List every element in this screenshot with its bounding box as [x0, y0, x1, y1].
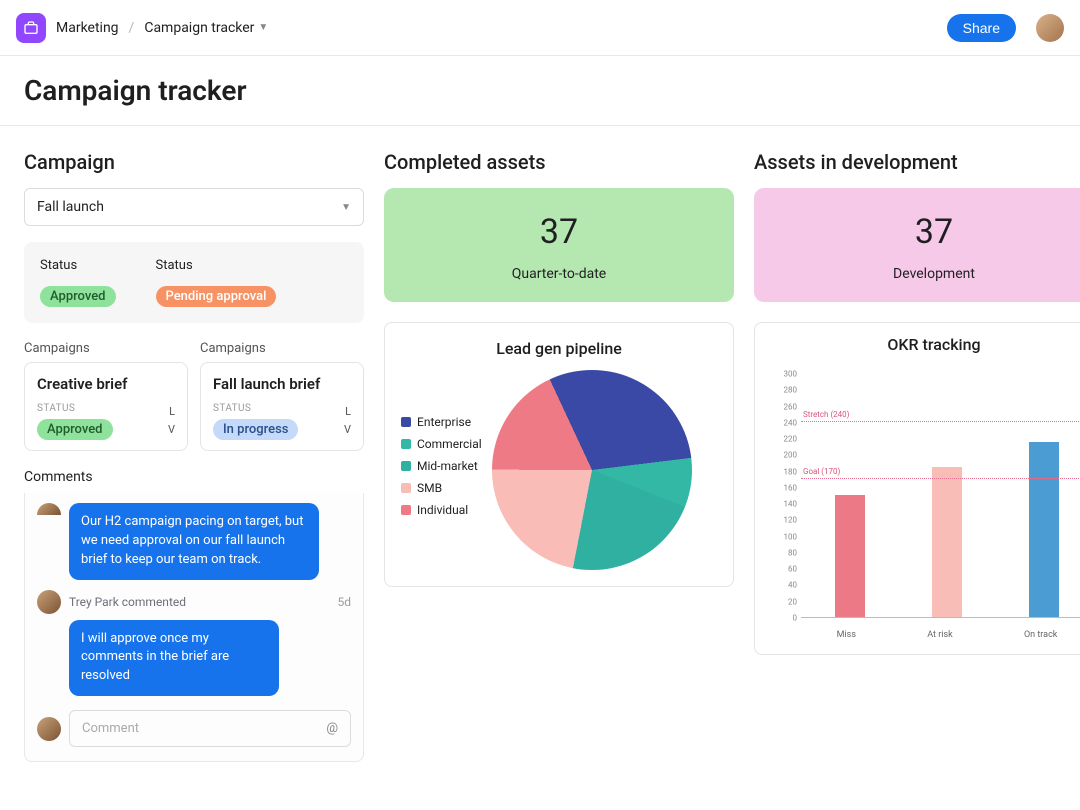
- campaign-column: Campaign Fall launch ▼ Status Approved S…: [24, 150, 364, 762]
- card-title: Fall launch brief: [213, 375, 351, 393]
- legend-label: Enterprise: [417, 415, 471, 429]
- topbar: Marketing / Campaign tracker ▼ Share: [0, 0, 1080, 56]
- card-status-label: STATUS: [37, 403, 113, 414]
- stat-number: 37: [764, 212, 1080, 252]
- legend-label: SMB: [417, 481, 442, 495]
- status-badge-inprogress: In progress: [213, 419, 298, 440]
- card-title: Creative brief: [37, 375, 175, 393]
- mention-icon[interactable]: @: [326, 721, 338, 736]
- legend-label: Mid-market: [417, 459, 478, 473]
- breadcrumb-project-label: Campaign tracker: [144, 20, 254, 36]
- legend-label: Individual: [417, 503, 468, 517]
- campaign-card[interactable]: Fall launch brief STATUS In progress L V: [200, 362, 364, 451]
- stat-label: Development: [764, 266, 1080, 282]
- comment-bubble: I will approve once my comments in the b…: [69, 620, 279, 697]
- legend-item: Mid-market: [401, 459, 482, 473]
- status-label: Status: [156, 258, 277, 273]
- legend-item: SMB: [401, 481, 482, 495]
- assets-dev-title: Assets in development: [754, 150, 1080, 174]
- completed-section-title: Completed assets: [384, 150, 734, 174]
- avatar: [37, 503, 61, 515]
- assets-dev-column: Assets in development 37 Development OKR…: [754, 150, 1080, 762]
- completed-assets-column: Completed assets 37 Quarter-to-date Lead…: [384, 150, 734, 762]
- pie-legend: Enterprise Commercial Mid-market SMB Ind…: [401, 415, 482, 525]
- page-title: Campaign tracker: [24, 74, 1056, 107]
- comments-stream: Our H2 campaign pacing on target, but we…: [24, 493, 364, 762]
- x-label: On track: [1024, 630, 1057, 640]
- legend-item: Enterprise: [401, 415, 482, 429]
- card-letter: L: [168, 403, 175, 421]
- legend-item: Commercial: [401, 437, 482, 451]
- campaign-select-value: Fall launch: [37, 199, 104, 215]
- x-label: At risk: [927, 630, 952, 640]
- status-badge-approved: Approved: [40, 286, 116, 307]
- stat-card-completed: 37 Quarter-to-date: [384, 188, 734, 302]
- comment-bubble: Our H2 campaign pacing on target, but we…: [69, 503, 319, 580]
- comment-input-row: Comment @: [37, 710, 351, 747]
- pie-chart-title: Lead gen pipeline: [401, 339, 717, 358]
- status-badge-approved: Approved: [37, 419, 113, 440]
- chart-grid: Stretch (240)Goal (170): [801, 374, 1080, 618]
- breadcrumb-workspace[interactable]: Marketing: [56, 20, 119, 36]
- stat-label: Quarter-to-date: [394, 266, 724, 282]
- avatar: [37, 717, 61, 741]
- campaigns-label: Campaigns: [200, 341, 364, 356]
- comment-meta: Trey Park commented 5d: [37, 590, 351, 614]
- campaigns-label: Campaigns: [24, 341, 188, 356]
- card-letter: L: [344, 403, 351, 421]
- comments-block: Comments Our H2 campaign pacing on targe…: [24, 469, 364, 762]
- x-label: Miss: [837, 630, 856, 640]
- user-avatar[interactable]: [1036, 14, 1064, 42]
- workspace-icon[interactable]: [16, 13, 46, 43]
- campaign-section-title: Campaign: [24, 150, 364, 174]
- chevron-down-icon: ▼: [341, 202, 351, 213]
- card-letter: V: [168, 421, 175, 439]
- bar-chart-panel: OKR tracking 020406080100120140160180200…: [754, 322, 1080, 655]
- campaign-select[interactable]: Fall launch ▼: [24, 188, 364, 226]
- stat-card-development: 37 Development: [754, 188, 1080, 302]
- status-block-2: Status Pending approval: [156, 258, 277, 307]
- status-badge-pending: Pending approval: [156, 286, 277, 307]
- card-status-label: STATUS: [213, 403, 298, 414]
- content: Campaign Fall launch ▼ Status Approved S…: [0, 126, 1080, 786]
- status-panel: Status Approved Status Pending approval: [24, 242, 364, 323]
- pie-chart: [492, 370, 692, 570]
- comment-author: Trey Park commented: [69, 595, 186, 609]
- card-letters: L V: [168, 403, 175, 438]
- page-header: Campaign tracker: [0, 56, 1080, 126]
- comment-placeholder: Comment: [82, 721, 139, 736]
- breadcrumb-project[interactable]: Campaign tracker ▼: [144, 20, 268, 36]
- comment-input[interactable]: Comment @: [69, 710, 351, 747]
- bar-chart: 0204060801001201401601802002202402602803…: [767, 366, 1080, 646]
- chevron-down-icon: ▼: [258, 22, 268, 33]
- card-letters: L V: [344, 403, 351, 438]
- comment-time: 5d: [337, 595, 351, 609]
- share-button[interactable]: Share: [947, 14, 1016, 42]
- comment-item: I will approve once my comments in the b…: [37, 620, 351, 697]
- status-label: Status: [40, 258, 116, 273]
- legend-label: Commercial: [417, 437, 482, 451]
- legend-item: Individual: [401, 503, 482, 517]
- breadcrumb-sep: /: [129, 20, 135, 36]
- avatar: [37, 590, 61, 614]
- status-block-1: Status Approved: [40, 258, 116, 307]
- card-letter: V: [344, 421, 351, 439]
- pie-chart-panel: Lead gen pipeline Enterprise Commercial …: [384, 322, 734, 587]
- campaign-card[interactable]: Creative brief STATUS Approved L V: [24, 362, 188, 451]
- bar-chart-title: OKR tracking: [767, 335, 1080, 354]
- stat-number: 37: [394, 212, 724, 252]
- comments-title: Comments: [24, 469, 364, 485]
- x-axis-labels: Miss At risk On track: [801, 630, 1080, 640]
- comment-item: Our H2 campaign pacing on target, but we…: [37, 503, 351, 580]
- y-axis: 0204060801001201401601802002202402602803…: [767, 374, 801, 618]
